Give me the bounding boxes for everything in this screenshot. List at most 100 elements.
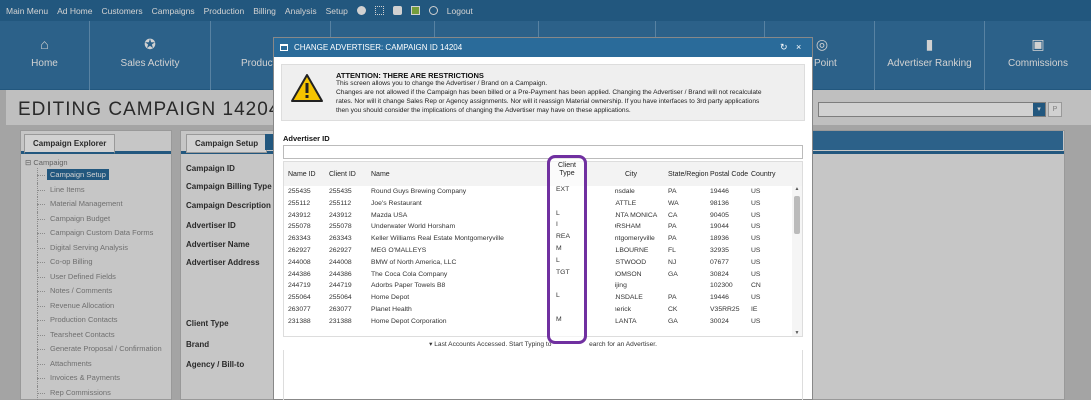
column-name[interactable]: Name	[371, 162, 390, 186]
cell-city: ansdale	[615, 188, 635, 195]
cell-country: US	[751, 258, 761, 266]
scroll-thumb[interactable]	[794, 196, 800, 234]
cell-client-type	[550, 278, 584, 290]
cell-name: Round Guys Brewing Company	[371, 188, 467, 195]
cell-name: BMW of North America, LLC	[371, 258, 457, 266]
cell-name-id: 244386	[288, 270, 311, 278]
table-row[interactable]: 244719 244719 Adorbs Paper Towels B8 eijing…	[284, 280, 792, 292]
cell-postal-code: 32935	[710, 246, 729, 254]
cell-postal-code: V35RR25	[710, 305, 740, 313]
cell-state: PA	[668, 223, 677, 231]
cell-postal-code: 18936	[710, 235, 729, 243]
footnote-text-end: earch for an Advertiser.	[587, 341, 659, 348]
table-row[interactable]: 255064 255064 Home Depot ANSDALE PA 19446 US	[284, 292, 792, 304]
cell-client-type: EXT	[556, 186, 570, 193]
cell-name: Joe's Restaurant	[371, 199, 422, 207]
cell-country: US	[751, 211, 761, 219]
cell-name: Home Depot Corporation	[371, 317, 447, 325]
cell-postal-code: 90405	[710, 211, 729, 219]
scroll-down-icon[interactable]: ▼	[792, 330, 802, 336]
cell-country: US	[751, 235, 761, 243]
cell-name: Home Depot	[371, 294, 410, 302]
cell-state: GA	[668, 317, 678, 325]
table-row[interactable]: 263077 263077 Planet Health merick CK V35RR25…	[284, 304, 792, 316]
column-city[interactable]: City	[625, 162, 637, 186]
cell-name: MEG O'MALLEYS	[371, 246, 427, 254]
window-icon	[280, 44, 288, 51]
cell-client-type: M	[556, 245, 562, 252]
table-row[interactable]: 262927 262927 MEG O'MALLEYS ELBOURNE FL 32935…	[284, 245, 792, 257]
cell-country: US	[751, 317, 761, 325]
cell-state: GA	[668, 270, 678, 278]
table-row[interactable]: 255112 255112 Joe's Restaurant EATTLE WA 9813…	[284, 198, 792, 210]
cell-country: US	[751, 246, 761, 254]
cell-name: Mazda USA	[371, 211, 408, 219]
cell-state: CK	[668, 305, 678, 313]
cell-client-type: L	[556, 209, 560, 217]
cell-city: ORSHAM	[615, 223, 641, 231]
table-row[interactable]: 255435 255435 Round Guys Brewing Company an…	[284, 186, 792, 198]
column-country[interactable]: Country	[751, 162, 776, 186]
cell-city: HOMSON	[615, 270, 642, 278]
table-body: 255435 255435 Round Guys Brewing Company an…	[284, 186, 792, 328]
table-footnote: ▾ Last Accounts Accessed. Start Typing t…	[283, 340, 803, 348]
cell-name-id: 262927	[288, 246, 311, 254]
refresh-icon[interactable]: ↻	[780, 38, 788, 57]
cell-country: IE	[751, 305, 758, 313]
cell-state: CA	[668, 211, 678, 219]
cell-client-type	[550, 302, 584, 314]
cell-country: US	[751, 270, 761, 278]
close-icon[interactable]: ×	[796, 38, 801, 57]
table-row[interactable]: 244008 244008 BMW of North America, LLC EST…	[284, 257, 792, 269]
warning-line: then you should consider the implication…	[336, 107, 631, 114]
cell-postal-code: 19446	[710, 294, 729, 302]
warning-line: rates. Nor will it change Sales Rep or A…	[336, 98, 760, 105]
cell-name-id: 243912	[288, 211, 311, 219]
dialog-titlebar: CHANGE ADVERTISER: CAMPAIGN ID 14204 ↻ ×	[274, 38, 812, 57]
advertiser-table: Name ID Client ID Name City State/Region…	[283, 161, 803, 337]
cell-postal-code: 98136	[710, 199, 729, 207]
cell-postal-code: 07677	[710, 258, 729, 266]
column-name-id[interactable]: Name ID	[288, 162, 316, 186]
cell-country: US	[751, 294, 761, 302]
warning-box: ATTENTION: THERE ARE RESTRICTIONS This s…	[281, 64, 805, 121]
footnote-text-start: ▾ Last Accounts Accessed. Start Typing t…	[427, 341, 554, 348]
advertiser-id-input[interactable]	[283, 145, 803, 159]
change-advertiser-dialog: CHANGE ADVERTISER: CAMPAIGN ID 14204 ↻ ×…	[273, 37, 813, 400]
table-row[interactable]: 244386 244386 The Coca Cola Company HOMSON G…	[284, 269, 792, 281]
cell-city: ESTWOOD	[615, 258, 647, 266]
cell-client-id: 244386	[329, 270, 352, 278]
cell-city: ANTA MONICA	[615, 211, 658, 219]
cell-city: EATTLE	[615, 199, 637, 207]
cell-name: Planet Health	[371, 305, 412, 313]
cell-state: PA	[668, 188, 677, 195]
cell-client-type: L	[556, 292, 560, 300]
table-row[interactable]: 255078 255078 Underwater World Horsham ORSH…	[284, 221, 792, 233]
cell-country: US	[751, 188, 761, 195]
scroll-up-icon[interactable]: ▲	[792, 186, 802, 192]
table-row[interactable]: 231388 231388 Home Depot Corporation TLANTA…	[284, 316, 792, 328]
cell-name-id: 244008	[288, 258, 311, 266]
cell-city: ELBOURNE	[615, 246, 649, 254]
column-postal-code[interactable]: Postal Code	[710, 162, 748, 186]
cell-name: Keller Williams Real Estate Montgomeryvi…	[371, 235, 504, 243]
cell-name: Underwater World Horsham	[371, 223, 456, 231]
cell-state: PA	[668, 235, 677, 243]
warning-heading: ATTENTION: THERE ARE RESTRICTIONS	[336, 71, 484, 80]
cell-postal-code: 30024	[710, 317, 729, 325]
cell-country: CN	[751, 282, 761, 290]
table-row[interactable]: 243912 243912 Mazda USA ANTA MONICA CA 90405 U…	[284, 210, 792, 222]
column-client-type[interactable]: Client Type	[550, 162, 584, 178]
advertiser-id-label: Advertiser ID	[283, 134, 330, 143]
table-scrollbar[interactable]: ▲ ▼	[792, 186, 802, 336]
column-client-id[interactable]: Client ID	[329, 162, 356, 186]
table-row[interactable]: 263343 263343 Keller Williams Real Estate …	[284, 233, 792, 245]
cell-state: WA	[668, 199, 679, 207]
cell-name-id: 263077	[288, 305, 311, 313]
cell-client-id: 231388	[329, 317, 352, 325]
cell-client-type	[550, 196, 584, 208]
cell-postal-code: 30824	[710, 270, 729, 278]
column-state-region[interactable]: State/Region	[668, 162, 708, 186]
cell-client-type: I	[556, 221, 558, 229]
cell-client-id: 255112	[329, 199, 352, 207]
